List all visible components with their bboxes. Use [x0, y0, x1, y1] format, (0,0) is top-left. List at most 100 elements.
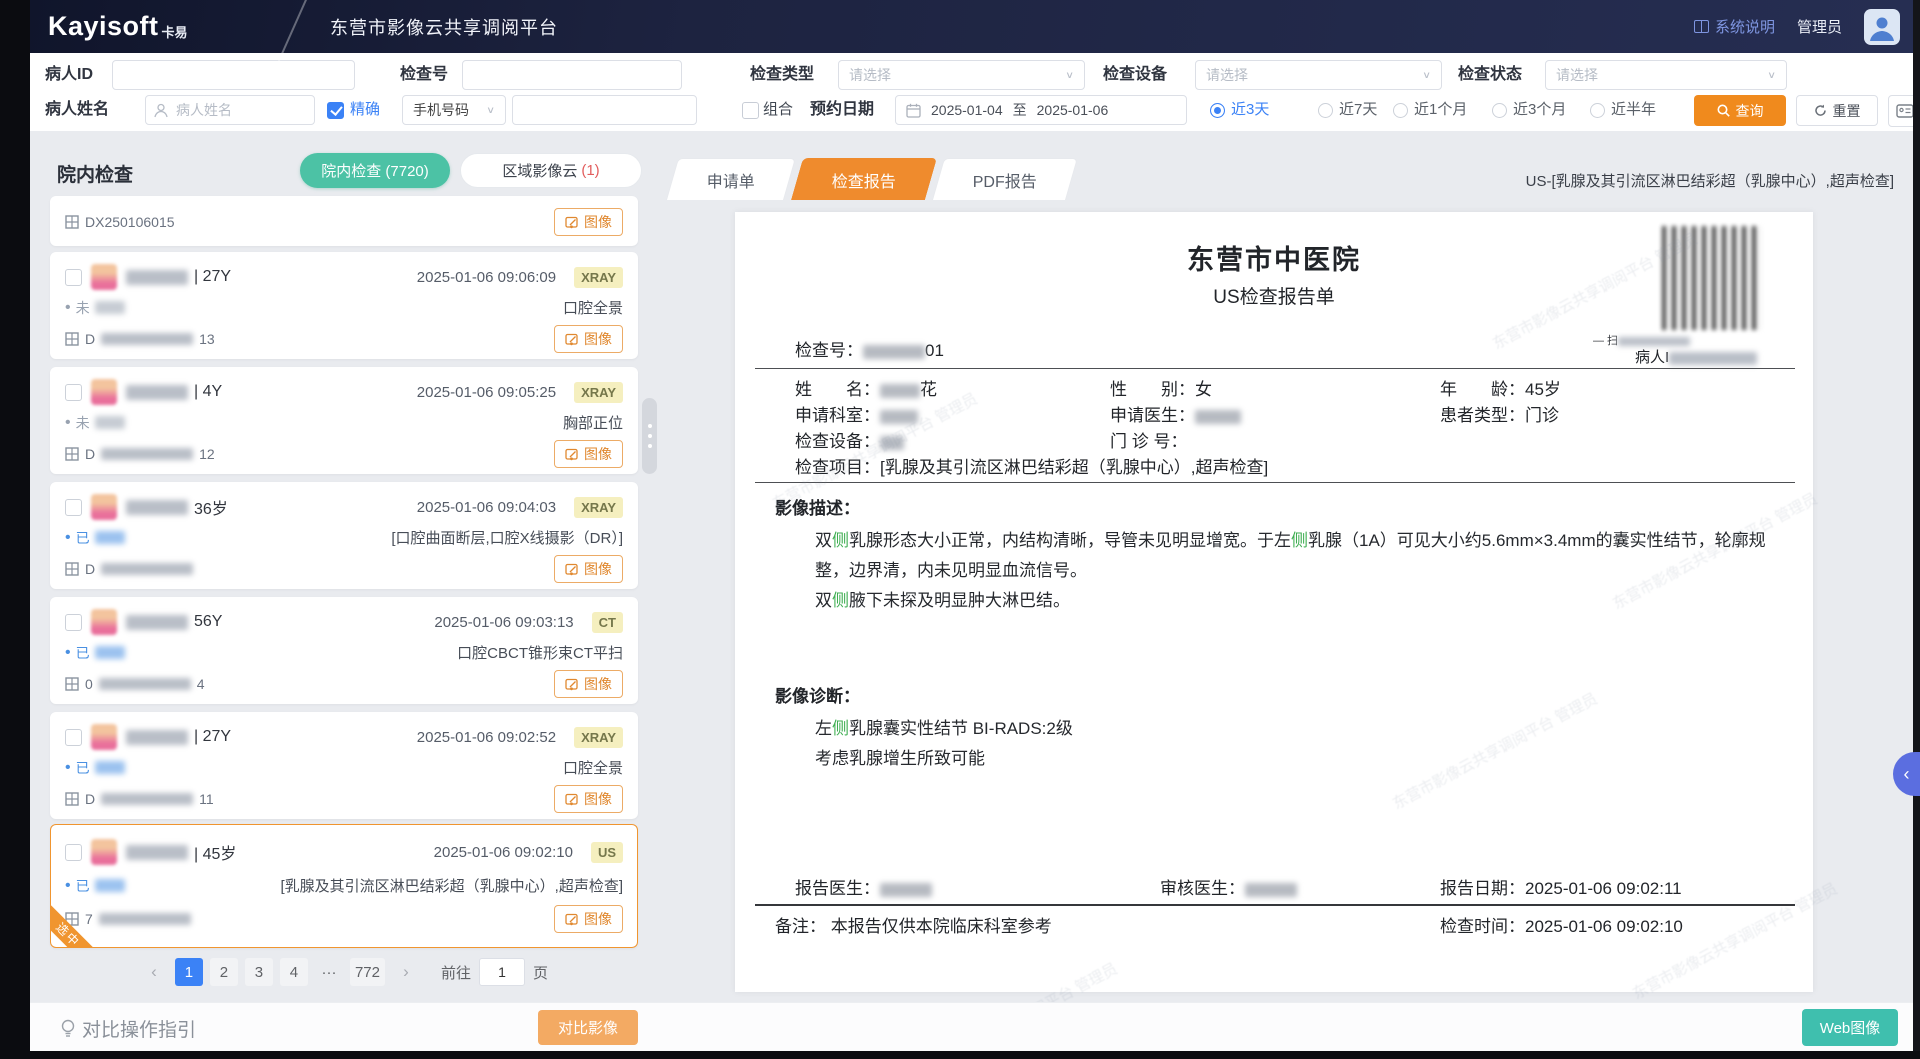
left-black-strip — [0, 0, 30, 1059]
tab-hospital-exams[interactable]: 院内检查 (7720) — [300, 153, 450, 188]
page-button-1[interactable]: 1 — [175, 958, 203, 986]
status-select[interactable]: 请选择 ∨ — [1545, 60, 1787, 90]
page-button-2[interactable]: 2 — [210, 958, 238, 986]
modality-badge: US — [591, 842, 623, 863]
phone-type-select[interactable]: 手机号码 ∨ — [402, 95, 506, 125]
phone-type-value: 手机号码 — [413, 100, 469, 120]
device-select[interactable]: 请选择 ∨ — [1195, 60, 1442, 90]
report-footer-row: 报告医生： 审核医生： 报告日期：2025-01-06 09:02:11 — [735, 874, 1813, 900]
study-time: 2025-01-06 09:05:25 — [417, 384, 556, 401]
patient-row-3: 检查设备： 门 诊 号： — [735, 427, 1813, 453]
logo-suffix: 卡易 — [162, 22, 188, 41]
page-button-4[interactable]: 4 — [280, 958, 308, 986]
page-ellipsis[interactable]: ··· — [315, 958, 343, 986]
patient-id-input[interactable] — [113, 61, 354, 89]
study-card[interactable]: 36岁 2025-01-06 09:04:03 XRAY •已 [口腔曲面断层,… — [50, 482, 638, 589]
patient-name-input[interactable] — [146, 96, 314, 124]
phone-input[interactable] — [513, 96, 696, 124]
image-button[interactable]: 图像 — [554, 208, 623, 236]
system-help-link[interactable]: 系统说明 — [1694, 16, 1775, 37]
search-icon — [1717, 104, 1730, 117]
range-radio-3d[interactable]: 近3天 — [1210, 95, 1269, 125]
study-card-selected[interactable]: | 45岁 2025-01-06 09:02:10 US •已 [乳腺及其引流区… — [50, 824, 638, 948]
tab-request-form[interactable]: 申请单 — [666, 158, 796, 200]
report-title: US检查报告单 — [735, 282, 1813, 309]
compare-guide-link[interactable]: 对比操作指引 — [60, 1015, 196, 1042]
range-radio-3m[interactable]: 近3个月 — [1492, 95, 1566, 125]
device-label: 检查设备 — [1103, 60, 1167, 90]
report-status: •已 — [65, 758, 125, 778]
procedure-name: [口腔曲面断层,口腔X线摄影（DR）] — [391, 527, 623, 548]
user-avatar[interactable] — [1864, 9, 1900, 45]
report-tabs: 申请单 检查报告 PDF报告 — [672, 158, 1072, 200]
id-card-icon — [1896, 103, 1914, 119]
report-status: •未 — [65, 413, 125, 433]
search-button[interactable]: 查询 — [1694, 95, 1786, 126]
tab-exam-report[interactable]: 检查报告 — [791, 158, 937, 200]
goto-page-input[interactable] — [479, 958, 525, 986]
report-status: •已 — [65, 643, 125, 663]
web-image-button[interactable]: Web图像 — [1802, 1009, 1898, 1046]
patient-name-age: | 27Y — [126, 728, 231, 746]
exam-type-select[interactable]: 请选择 ∨ — [838, 60, 1085, 90]
exact-checkbox[interactable] — [327, 102, 344, 119]
grid-icon — [65, 562, 79, 576]
page-button-772[interactable]: 772 — [350, 958, 385, 986]
grid-icon — [65, 215, 79, 229]
exam-no-field — [462, 60, 682, 90]
study-card-partial[interactable]: DX250106015 图像 — [50, 196, 638, 246]
image-button[interactable]: 图像 — [554, 325, 623, 353]
radio-dot-icon — [1318, 103, 1333, 118]
row-checkbox[interactable] — [65, 729, 82, 746]
accession-number: DX250106015 — [65, 214, 175, 230]
panel-splitter-handle[interactable] — [642, 398, 657, 474]
tab-pdf-report[interactable]: PDF报告 — [932, 158, 1078, 200]
hospital-name: 东营市中医院 — [735, 238, 1813, 277]
compare-images-button[interactable]: 对比影像 — [538, 1010, 638, 1045]
platform-title: 东营市影像云共享调阅平台 — [330, 14, 558, 40]
patient-photo-redacted — [91, 264, 117, 290]
image-button[interactable]: 图像 — [554, 785, 623, 813]
study-card[interactable]: | 4Y 2025-01-06 09:05:25 XRAY •未 胸部正位 D1… — [50, 367, 638, 474]
reset-button[interactable]: 重置 — [1796, 95, 1878, 126]
goto-label: 前往 — [441, 962, 471, 983]
image-button[interactable]: 图像 — [554, 555, 623, 583]
exam-no-label: 检查号 — [400, 60, 448, 90]
patient-row-1: 姓 名：花 性 别：女 年 龄：45岁 — [735, 375, 1813, 401]
row-checkbox[interactable] — [65, 844, 82, 861]
range-radio-7d[interactable]: 近7天 — [1318, 95, 1377, 125]
radio-dot-icon — [1590, 103, 1605, 118]
study-card[interactable]: 56Y 2025-01-06 09:03:13 CT •已 口腔CBCT锥形束C… — [50, 597, 638, 704]
next-page-arrow[interactable]: › — [392, 958, 420, 986]
page-button-3[interactable]: 3 — [245, 958, 273, 986]
person-icon — [1868, 13, 1896, 41]
prev-page-arrow[interactable]: ‹ — [140, 958, 168, 986]
tab-regional-cloud[interactable]: 区域影像云 (1) — [460, 153, 642, 188]
row-checkbox[interactable] — [65, 499, 82, 516]
row-checkbox[interactable] — [65, 384, 82, 401]
range-radio-1m[interactable]: 近1个月 — [1393, 95, 1467, 125]
accession-number: 04 — [65, 676, 205, 692]
brand-logo: Kayisoft 卡易 — [48, 0, 188, 53]
range-radio-6m[interactable]: 近半年 — [1590, 95, 1656, 125]
collapse-panel-fab[interactable]: ‹ — [1893, 752, 1920, 796]
logo-text: Kayisoft — [48, 11, 159, 42]
app-window: Kayisoft 卡易 东营市影像云共享调阅平台 系统说明 管理员 病人ID 检… — [0, 0, 1920, 1059]
study-card[interactable]: | 27Y 2025-01-06 09:02:52 XRAY •已 口腔全景 D… — [50, 712, 638, 819]
image-button[interactable]: 图像 — [554, 670, 623, 698]
qr-code — [1662, 226, 1762, 330]
study-card[interactable]: | 27Y 2025-01-06 09:06:09 XRAY •未 口腔全景 D… — [50, 252, 638, 359]
image-button[interactable]: 图像 — [554, 440, 623, 468]
modality-badge: XRAY — [574, 497, 623, 518]
chevron-down-icon: ∨ — [1422, 69, 1431, 80]
exam-no-input[interactable] — [463, 61, 681, 89]
date-range-picker[interactable]: 2025-01-04 至 2025-01-06 — [895, 95, 1187, 125]
combo-checkbox[interactable] — [742, 102, 759, 119]
image-button[interactable]: 图像 — [554, 905, 623, 933]
row-checkbox[interactable] — [65, 269, 82, 286]
row-checkbox[interactable] — [65, 614, 82, 631]
divider — [755, 482, 1795, 483]
bottom-black-strip — [0, 1051, 1920, 1059]
radio-dot-icon — [1210, 103, 1225, 118]
radio-dot-icon — [1492, 103, 1507, 118]
